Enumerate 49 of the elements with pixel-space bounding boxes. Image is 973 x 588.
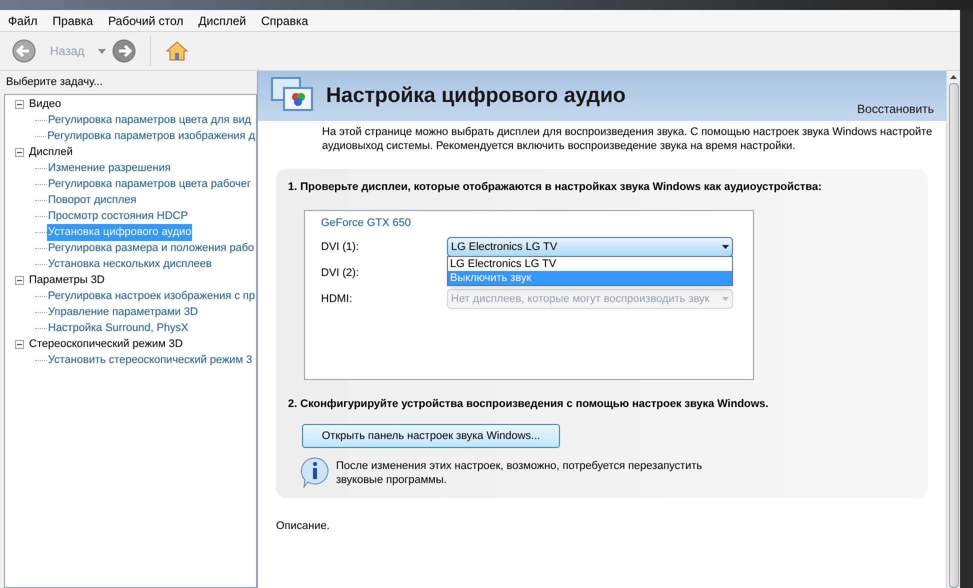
tree-item[interactable]: Установить стереоскопический режим 3 (47, 352, 254, 369)
forward-icon[interactable] (112, 39, 136, 63)
tree-item[interactable]: Регулировка параметров изображения д (46, 128, 256, 145)
menu-item[interactable]: Файл (8, 12, 38, 30)
tree-category[interactable]: Видео (29, 96, 62, 113)
tree-item[interactable]: Просмотр состояния HDCP (47, 208, 189, 225)
menu-item[interactable]: Рабочий стол (108, 12, 184, 30)
menu-item[interactable]: Дисплей (198, 12, 246, 30)
restore-link[interactable]: Восстановить (857, 100, 934, 118)
tree-item[interactable]: Регулировка параметров цвета рабочег (47, 176, 252, 193)
tree-item[interactable]: Регулировка настроек изображения с пр (46, 288, 256, 305)
scrollbar[interactable] (946, 71, 960, 588)
tree-category[interactable]: Дисплей (29, 144, 73, 161)
caret-icon (722, 245, 729, 249)
info-note: После изменения этих настроек, возможно, потребуется перезапустить звуковые программы. (336, 459, 704, 487)
caret-icon (722, 297, 729, 301)
port-label: HDMI: (321, 292, 354, 307)
group-title: GeForce GTX 650 (321, 216, 412, 230)
step-heading: 2. Сконфигурируйте устройства воспроизведения с помощью настроек звука Windows. (288, 396, 770, 412)
collapse-toggle[interactable] (15, 340, 24, 349)
menu-item[interactable]: Правка (52, 12, 94, 30)
port-label: DVI (2): (321, 266, 360, 281)
sidebar-title: Выберите задачу... (5, 75, 104, 90)
description-text: Описание. (276, 519, 331, 534)
caret-icon[interactable] (98, 48, 106, 54)
menu-item[interactable]: Справка (261, 12, 308, 30)
tree-item[interactable]: Регулировка параметров цвета для вид (47, 112, 252, 129)
tree-category[interactable]: Стереоскопический режим 3D (29, 336, 183, 353)
tree-item[interactable]: Поворот дисплея (47, 192, 138, 209)
step-heading: 1. Проверьте дисплеи, которые отображаются в настройках звука Windows как аудиоустройства: (288, 180, 823, 195)
scroll-up-icon[interactable] (950, 75, 957, 79)
page-title: Настройка цифрового аудио (326, 83, 626, 110)
tree-item[interactable]: Изменение разрешения (47, 160, 172, 177)
tree-category[interactable]: Параметры 3D (29, 272, 105, 289)
display-dropdown[interactable]: LG Electronics LG TV (447, 237, 733, 257)
info-icon (300, 456, 330, 488)
tree-item[interactable]: Установка нескольких дисплеев (47, 256, 213, 273)
home-icon[interactable] (165, 39, 190, 63)
tree-item[interactable]: Управление параметрами 3D (47, 304, 199, 321)
collapse-toggle[interactable] (15, 100, 24, 109)
back-icon[interactable] (12, 39, 36, 63)
collapse-toggle[interactable] (15, 276, 24, 285)
tree-item[interactable]: Настройка Surround, PhysX (47, 320, 190, 337)
intro-text: На этой странице можно выбрать дисплеи для воспроизведения звука. С помощью настроек звука Windows настройте аудиовыход системы. Рекомендуется включить воспроизведение звука на время настройки. (321, 125, 934, 153)
open-sound-panel-button[interactable]: Открыть панель настроек звука Windows... (302, 424, 560, 448)
tree-item[interactable]: Регулировка размера и положения рабо (47, 240, 256, 257)
dropdown-option[interactable]: LG Electronics LG TV (448, 257, 732, 271)
port-label: DVI (1): (321, 240, 360, 255)
collapse-toggle[interactable] (15, 148, 24, 157)
